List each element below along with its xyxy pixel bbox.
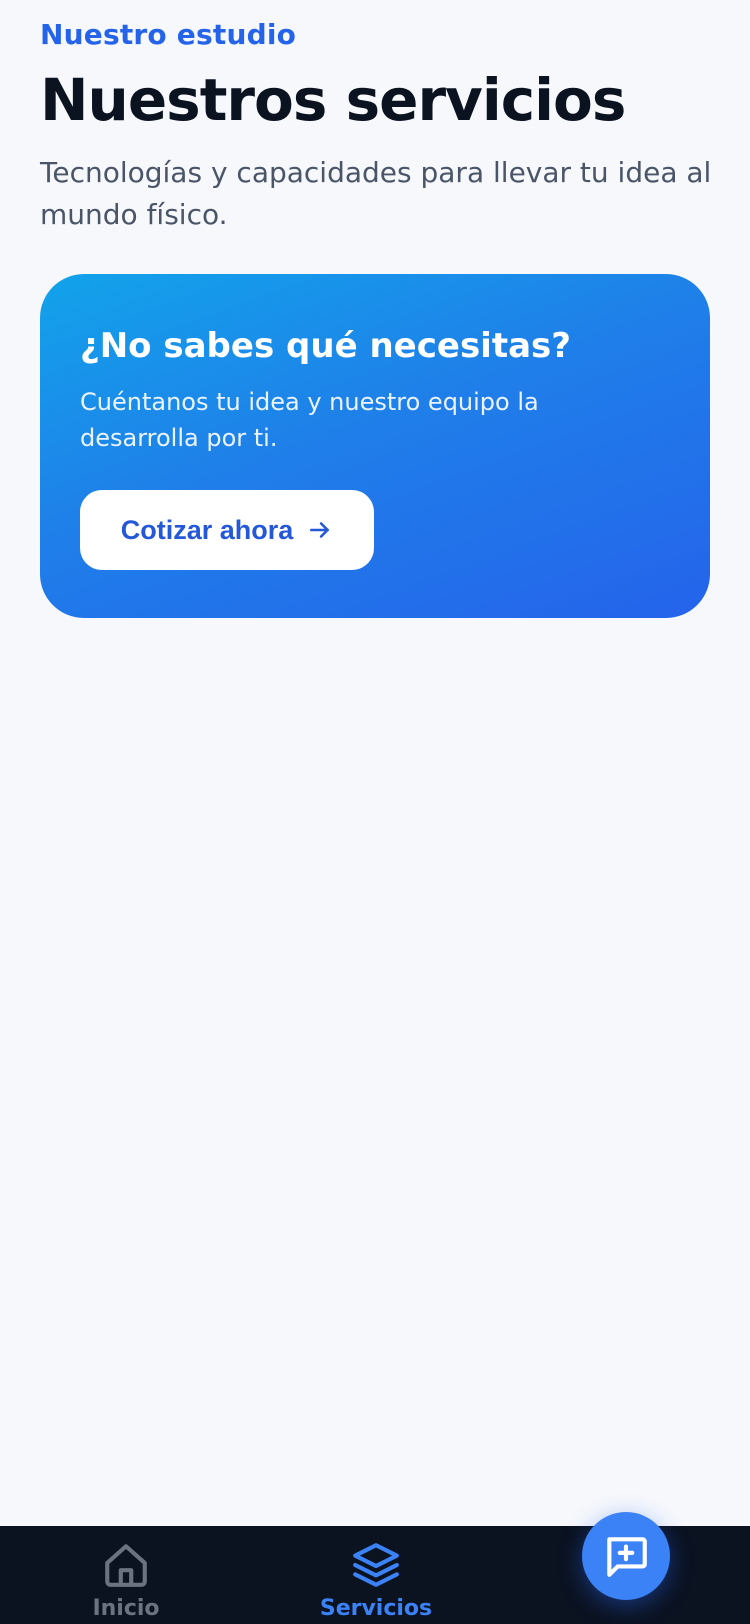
- page-subtitle: Tecnologías y capacidades para llevar tu…: [40, 156, 712, 231]
- page-title: Nuestros servicios: [40, 66, 626, 134]
- nav-item-servicios[interactable]: Servicios: [296, 1540, 456, 1621]
- quote-cta-card: ¿No sabes qué necesitas? Cuéntanos tu id…: [40, 274, 710, 618]
- layers-icon: [353, 1543, 399, 1587]
- nav-item-inicio[interactable]: Inicio: [46, 1540, 206, 1621]
- message-plus-icon: [607, 1537, 647, 1577]
- quote-now-button[interactable]: Cotizar ahora: [80, 490, 374, 570]
- arrow-right-icon: [310, 522, 330, 538]
- home-icon: [105, 1544, 147, 1587]
- cta-text: Cuéntanos tu idea y nuestro equipo la de…: [80, 388, 539, 452]
- cta-title: ¿No sabes qué necesitas?: [80, 326, 571, 366]
- new-message-fab[interactable]: [582, 1512, 670, 1600]
- eyebrow-label: Nuestro estudio: [40, 18, 297, 51]
- quote-now-button-label: Cotizar ahora: [120, 514, 294, 545]
- nav-label-inicio: Inicio: [92, 1596, 160, 1621]
- nav-label-servicios: Servicios: [319, 1596, 433, 1621]
